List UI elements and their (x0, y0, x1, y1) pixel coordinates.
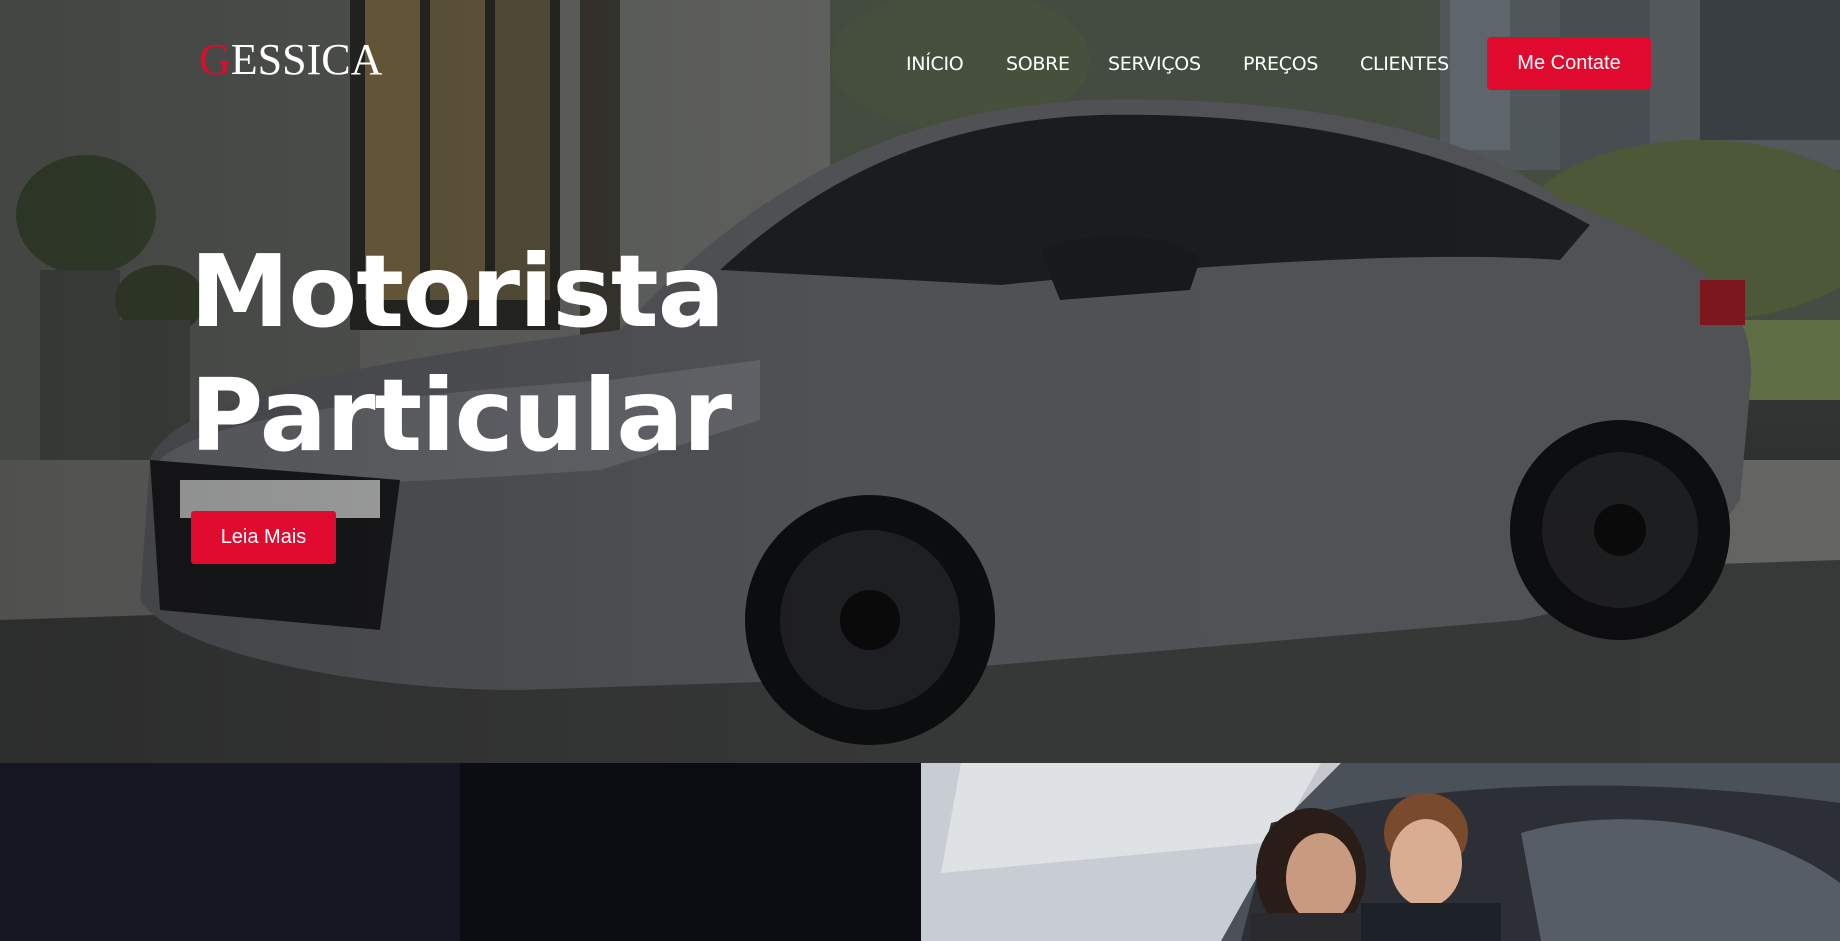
nav-item-clientes[interactable]: CLIENTES (1360, 50, 1449, 78)
nav-item-inicio[interactable]: INÍCIO (906, 50, 964, 78)
logo-initial: G (199, 35, 231, 84)
nav-item-servicos[interactable]: SERVIÇOS (1108, 50, 1201, 78)
read-more-button[interactable]: Leia Mais (191, 511, 336, 564)
brand-logo[interactable]: GESSICA (199, 36, 382, 84)
nav-item-sobre[interactable]: SOBRE (1006, 50, 1070, 78)
section-panel-middle (460, 763, 921, 941)
hero-title: Motorista Particular (190, 230, 890, 478)
nav-item-precos[interactable]: PREÇOS (1243, 50, 1318, 78)
hero-title-line-1: Motorista (190, 233, 725, 350)
hero-title-line-2: Particular (190, 357, 732, 474)
section-panel-left (0, 763, 460, 941)
contact-button[interactable]: Me Contate (1487, 37, 1651, 90)
couple-car-image (921, 763, 1840, 941)
hero-section: GESSICA INÍCIO SOBRE SERVIÇOS PREÇOS CLI… (0, 0, 1840, 763)
logo-text: ESSICA (230, 35, 383, 84)
